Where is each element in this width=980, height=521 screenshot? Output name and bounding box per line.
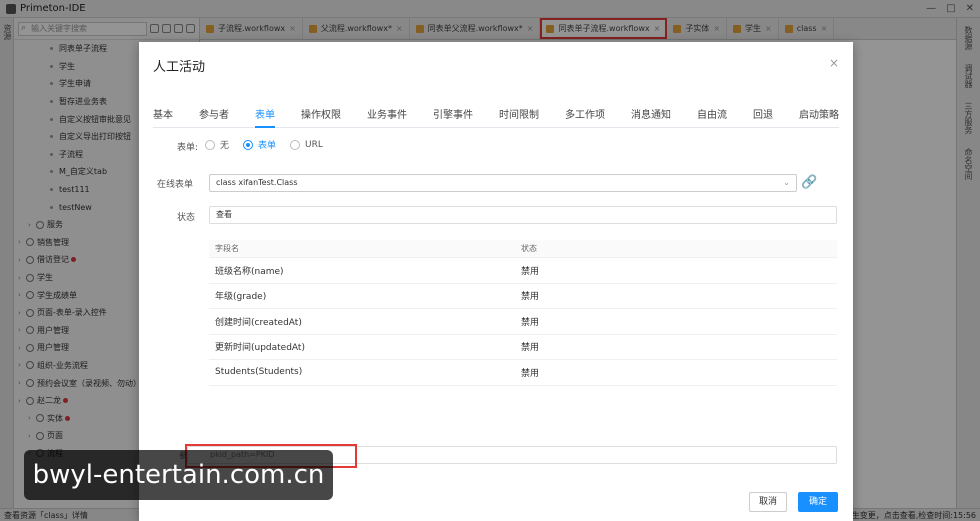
field-status-cell[interactable]: 禁用 <box>521 264 837 277</box>
dialog-tab[interactable]: 引擎事件 <box>433 106 473 127</box>
online-form-select[interactable]: class xifanTest.Class ⌄ <box>209 174 797 192</box>
table-row: Students(Students) 禁用 <box>209 360 837 386</box>
link-icon[interactable]: 🔗 <box>801 174 817 192</box>
watermark-banner: bwyl-entertain.com.cn <box>24 450 333 500</box>
field-status-cell[interactable]: 禁用 <box>521 340 837 353</box>
confirm-button[interactable]: 确定 <box>798 492 838 512</box>
form-type-radio[interactable]: URL <box>290 139 323 150</box>
dialog-tab[interactable]: 回退 <box>753 106 773 127</box>
dialog-close-icon[interactable]: × <box>829 56 839 70</box>
online-form-label: 在线表单 <box>157 180 194 190</box>
chevron-down-icon: ⌄ <box>783 178 790 187</box>
radio-dot-icon <box>205 139 215 150</box>
dialog-tab[interactable]: 启动策略 <box>799 106 839 127</box>
radio-label: 表单 <box>258 141 277 151</box>
table-row: 班级名称(name) 禁用 <box>209 258 837 284</box>
column-header-status: 状态 <box>521 244 537 253</box>
dialog-tab-bar: 基本 参与者 表单 操作权限 业务事件 引擎事件 时间限制 多工作项 消息通知 自由流 回退 启动策略 <box>153 106 839 128</box>
radio-label: 无 <box>220 141 230 151</box>
radio-dot-icon <box>243 139 254 150</box>
dialog-tab[interactable]: 基本 <box>153 106 173 127</box>
dialog-tab[interactable]: 多工作项 <box>565 106 605 127</box>
field-status-cell[interactable]: 禁用 <box>521 315 837 328</box>
state-select[interactable]: 查看 <box>209 206 837 224</box>
table-row: 年级(grade) 禁用 <box>209 284 837 309</box>
field-permission-table: 字段名 状态 班级名称(name) 禁用 年级(grade) 禁用 创建时间(creat… <box>209 240 837 386</box>
dialog-tab[interactable]: 自由流 <box>697 106 727 127</box>
dialog-tab[interactable]: 业务事件 <box>367 106 407 127</box>
dialog-tab[interactable]: 消息通知 <box>631 106 671 127</box>
field-name-cell: 创建时间(createdAt) <box>215 317 302 328</box>
field-name-cell: 更新时间(updatedAt) <box>215 343 305 354</box>
state-value: 查看 <box>216 210 232 219</box>
column-header-field: 字段名 <box>215 244 239 253</box>
field-status-cell[interactable]: 禁用 <box>521 289 837 302</box>
state-label: 状态 <box>177 213 196 223</box>
table-body: 班级名称(name) 禁用 年级(grade) 禁用 创建时间(createdAt) 禁用… <box>209 258 837 386</box>
form-type-radio[interactable]: 无 <box>205 138 229 151</box>
table-row: 更新时间(updatedAt) 禁用 <box>209 335 837 360</box>
dialog-tab[interactable]: 时间限制 <box>499 106 539 127</box>
form-type-label: 表单: <box>177 143 199 153</box>
form-type-radio-group: 无 表单 URL <box>205 138 323 151</box>
radio-label: URL <box>305 139 323 150</box>
form-type-radio[interactable]: 表单 <box>243 138 276 151</box>
dialog-tab[interactable]: 表单 <box>255 106 275 128</box>
table-row: 创建时间(createdAt) 禁用 <box>209 309 837 335</box>
radio-dot-icon <box>290 139 301 150</box>
dialog-tab[interactable]: 操作权限 <box>301 106 341 127</box>
dialog-title: 人工活动 <box>153 60 206 75</box>
field-status-cell[interactable]: 禁用 <box>521 366 837 379</box>
field-name-cell: Students(Students) <box>215 367 303 378</box>
cancel-button[interactable]: 取消 <box>749 492 787 512</box>
field-name-cell: 年级(grade) <box>215 292 267 303</box>
table-header-row: 字段名 状态 <box>209 240 837 258</box>
online-form-value: class xifanTest.Class <box>216 178 298 187</box>
dialog-tab[interactable]: 参与者 <box>199 106 229 127</box>
field-name-cell: 班级名称(name) <box>215 266 284 277</box>
